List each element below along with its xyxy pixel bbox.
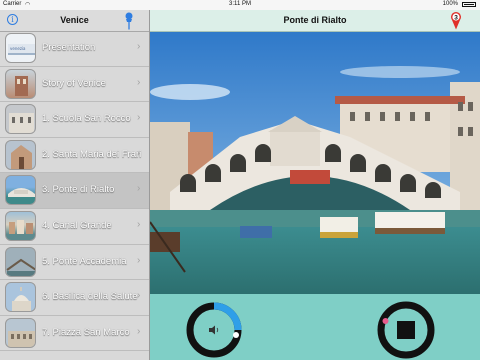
thumbnail-image bbox=[5, 139, 36, 170]
page-title: Ponte di Rialto bbox=[283, 15, 347, 25]
sidebar-header: i Venice bbox=[0, 10, 149, 32]
chevron-right-icon: › bbox=[137, 254, 141, 266]
thumbnail-image bbox=[5, 317, 36, 348]
list-item-label: 1. Scuola San Rocco bbox=[42, 113, 131, 125]
thumbnail-image bbox=[5, 210, 36, 241]
location-list: venezia Presentation › Story of Venice ›… bbox=[0, 31, 149, 352]
list-item-ponte-accademia[interactable]: 5. Ponte Accademia › bbox=[0, 245, 149, 281]
chevron-right-icon: › bbox=[137, 112, 141, 124]
list-item-presentation[interactable]: venezia Presentation › bbox=[0, 31, 149, 67]
list-item-label: 5. Ponte Accademia bbox=[42, 255, 127, 267]
battery-icon bbox=[462, 2, 476, 7]
status-bar: Carrier ◠ 3:11 PM 100% bbox=[0, 0, 480, 10]
thumbnail-image bbox=[5, 246, 36, 277]
list-item-label: Story of Venice bbox=[42, 77, 106, 89]
sidebar: i Venice venezia Presentation › Story of… bbox=[0, 10, 150, 360]
chevron-right-icon: › bbox=[137, 76, 141, 88]
thumbnail-image bbox=[5, 68, 36, 99]
chevron-right-icon: › bbox=[137, 325, 141, 337]
list-item-label: 3. Ponte di Rialto bbox=[42, 184, 115, 196]
chevron-right-icon: › bbox=[137, 218, 141, 230]
list-item-ponte-di-rialto[interactable]: 3. Ponte di Rialto › bbox=[0, 173, 149, 209]
chevron-right-icon: › bbox=[137, 41, 141, 52]
chevron-right-icon: › bbox=[137, 183, 141, 195]
stop-button[interactable] bbox=[377, 301, 435, 359]
chevron-right-icon: › bbox=[137, 290, 141, 302]
list-item-piazza-san-marco[interactable]: 7. Piazza San Marco › bbox=[0, 316, 149, 352]
thumbnail-image: venezia bbox=[5, 33, 36, 63]
rialto-bridge-photo bbox=[150, 32, 480, 294]
list-item-story-of-venice[interactable]: Story of Venice › bbox=[0, 67, 149, 103]
thumbnail-image bbox=[5, 175, 36, 206]
list-item-label: 4. Canal Grande bbox=[42, 219, 112, 231]
list-item-label: 7. Piazza San Marco bbox=[42, 326, 130, 338]
list-item-basilica-della-salute[interactable]: 6. Basilica della Salute › bbox=[0, 280, 149, 316]
detail-pane: Ponte di Rialto 3 bbox=[150, 10, 480, 360]
battery-percent: 100% bbox=[442, 1, 458, 7]
chevron-right-icon: › bbox=[137, 147, 141, 159]
volume-knob[interactable] bbox=[186, 302, 242, 358]
list-item-label: 2. Santa Maria dei Frari bbox=[42, 148, 142, 160]
stop-icon bbox=[397, 321, 415, 339]
svg-text:venezia: venezia bbox=[10, 46, 26, 51]
list-item-santa-maria-dei-frari[interactable]: 2. Santa Maria dei Frari › bbox=[0, 138, 149, 174]
clock: 3:11 PM bbox=[229, 1, 251, 7]
marker-number: 3 bbox=[454, 14, 458, 21]
list-item-label: Presentation bbox=[42, 42, 96, 53]
map-marker-icon[interactable]: 3 bbox=[449, 11, 463, 30]
list-item-scuola-san-rocco[interactable]: 1. Scuola San Rocco › bbox=[0, 102, 149, 138]
list-item-canal-grande[interactable]: 4. Canal Grande › bbox=[0, 209, 149, 245]
thumbnail-image bbox=[5, 104, 36, 135]
pushpin-icon[interactable] bbox=[123, 12, 135, 30]
audio-controls bbox=[150, 294, 480, 360]
thumbnail-image bbox=[5, 282, 36, 313]
detail-header: Ponte di Rialto 3 bbox=[150, 10, 480, 32]
list-item-label: 6. Basilica della Salute bbox=[42, 291, 138, 303]
